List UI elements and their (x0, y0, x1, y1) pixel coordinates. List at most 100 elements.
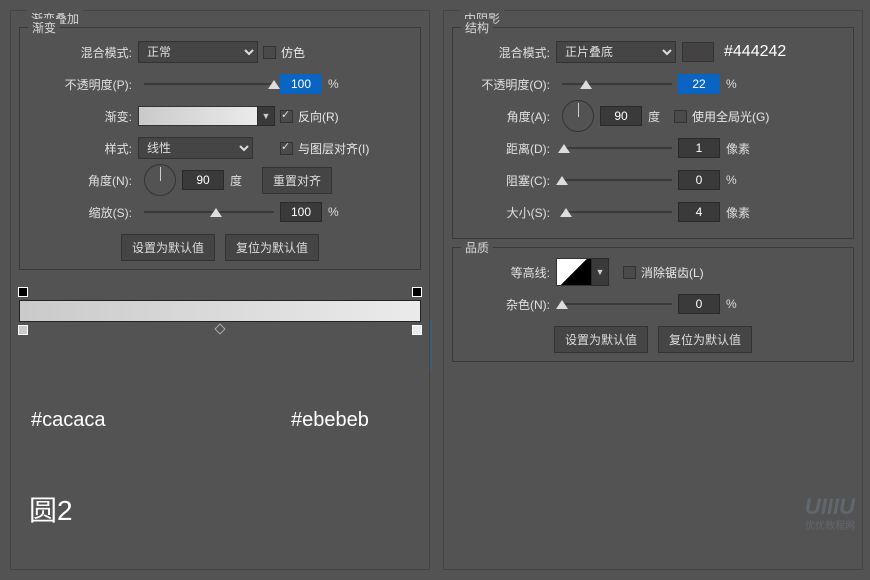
angle-label: 角度(N): (28, 172, 138, 189)
shape-name: 圆2 (29, 489, 73, 529)
antialias-label: 消除锯齿(L) (641, 264, 704, 281)
stop-top-left[interactable] (18, 287, 28, 297)
px-unit: 像素 (726, 204, 750, 221)
blend-mode-label: 混合模式: (461, 44, 556, 61)
stop-top-right[interactable] (412, 287, 422, 297)
gradient-preview (19, 280, 421, 322)
angle-input[interactable] (182, 170, 224, 190)
pct-unit: % (726, 173, 737, 187)
reset-default-button[interactable]: 复位为默认值 (658, 326, 752, 353)
angle-input[interactable] (600, 106, 642, 126)
scale-input[interactable] (280, 202, 322, 222)
size-slider[interactable] (562, 202, 672, 222)
chevron-down-icon[interactable]: ▼ (257, 106, 275, 126)
distance-label: 距离(D): (461, 140, 556, 157)
reset-align-button[interactable]: 重置对齐 (262, 167, 332, 194)
noise-slider[interactable] (562, 294, 672, 314)
size-row: 大小(S): 像素 (461, 198, 845, 226)
stop-bottom-right[interactable] (412, 325, 422, 335)
align-label: 与图层对齐(I) (298, 140, 369, 157)
angle-label: 角度(A): (461, 108, 556, 125)
size-input[interactable] (678, 202, 720, 222)
color-swatch[interactable] (682, 42, 714, 62)
reset-default-button[interactable]: 复位为默认值 (225, 234, 319, 261)
stop-bottom-left[interactable] (18, 325, 28, 335)
watermark-sub: 优优教程网 (805, 517, 855, 532)
style-select[interactable]: 线性 (138, 137, 253, 159)
px-unit: 像素 (726, 140, 750, 157)
align-checkbox[interactable] (280, 142, 293, 155)
contour-swatch[interactable] (556, 258, 592, 286)
angle-dial[interactable] (144, 164, 176, 196)
opacity-label: 不透明度(O): (461, 76, 556, 93)
opacity-row: 不透明度(P): % (28, 70, 412, 98)
size-label: 大小(S): (461, 204, 556, 221)
structure-group: 结构 混合模式: 正片叠底 #444242 不透明度(O): % 角度(A): … (452, 27, 854, 239)
midpoint-icon[interactable] (214, 323, 225, 334)
choke-row: 阻塞(C): % (461, 166, 845, 194)
gradient-row: 渐变: ▼ 反向(R) (28, 102, 412, 130)
opacity-row: 不透明度(O): % (461, 70, 845, 98)
opacity-label: 不透明度(P): (28, 76, 138, 93)
set-default-button[interactable]: 设置为默认值 (554, 326, 648, 353)
blend-mode-label: 混合模式: (28, 44, 138, 61)
global-light-checkbox[interactable] (674, 110, 687, 123)
opacity-slider[interactable] (144, 74, 274, 94)
dither-label: 仿色 (281, 44, 305, 61)
gradient-overlay-panel: 渐变叠加 渐变 混合模式: 正常 仿色 不透明度(P): % 渐变: ▼ 反向(… (10, 10, 430, 570)
divider (430, 320, 432, 370)
color1-text: #cacaca (31, 409, 106, 432)
blend-mode-row: 混合模式: 正片叠底 #444242 (461, 38, 845, 66)
contour-label: 等高线: (461, 264, 556, 281)
blend-mode-select[interactable]: 正常 (138, 41, 258, 63)
opacity-slider[interactable] (562, 74, 672, 94)
opacity-input[interactable] (280, 74, 322, 94)
reverse-label: 反向(R) (298, 108, 339, 125)
group-label: 渐变 (28, 19, 60, 36)
noise-label: 杂色(N): (461, 296, 556, 313)
angle-row: 角度(N): 度 重置对齐 (28, 166, 412, 194)
gradient-swatch[interactable] (138, 106, 258, 126)
gradient-group: 渐变 混合模式: 正常 仿色 不透明度(P): % 渐变: ▼ 反向(R) 样式… (19, 27, 421, 270)
button-row: 设置为默认值 复位为默认值 (28, 234, 412, 261)
pct-unit: % (328, 205, 339, 219)
antialias-checkbox[interactable] (623, 266, 636, 279)
angle-row: 角度(A): 度 使用全局光(G) (461, 102, 845, 130)
distance-row: 距离(D): 像素 (461, 134, 845, 162)
blend-mode-row: 混合模式: 正常 仿色 (28, 38, 412, 66)
choke-slider[interactable] (562, 170, 672, 190)
chevron-down-icon[interactable]: ▼ (591, 258, 609, 286)
pct-unit: % (726, 77, 737, 91)
opacity-input[interactable] (678, 74, 720, 94)
color2-text: #ebebeb (291, 409, 369, 432)
quality-group: 品质 等高线: ▼ 消除锯齿(L) 杂色(N): % 设置为默认值 复位为默认值 (452, 247, 854, 362)
group-label: 结构 (461, 19, 493, 36)
deg-unit: 度 (648, 108, 660, 125)
dither-checkbox[interactable] (263, 46, 276, 59)
pct-unit: % (328, 77, 339, 91)
scale-label: 缩放(S): (28, 204, 138, 221)
gradient-label: 渐变: (28, 108, 138, 125)
reverse-checkbox[interactable] (280, 110, 293, 123)
choke-input[interactable] (678, 170, 720, 190)
blend-mode-select[interactable]: 正片叠底 (556, 41, 676, 63)
noise-row: 杂色(N): % (461, 290, 845, 318)
scale-row: 缩放(S): % (28, 198, 412, 226)
scale-slider[interactable] (144, 202, 274, 222)
distance-input[interactable] (678, 138, 720, 158)
pct-unit: % (726, 297, 737, 311)
inner-shadow-panel: 内阴影 结构 混合模式: 正片叠底 #444242 不透明度(O): % 角度(… (443, 10, 863, 570)
color-hex: #444242 (724, 43, 786, 61)
gradient-bar[interactable] (19, 300, 421, 322)
style-label: 样式: (28, 140, 138, 157)
distance-slider[interactable] (562, 138, 672, 158)
group-label: 品质 (461, 239, 493, 256)
angle-dial[interactable] (562, 100, 594, 132)
set-default-button[interactable]: 设置为默认值 (121, 234, 215, 261)
choke-label: 阻塞(C): (461, 172, 556, 189)
style-row: 样式: 线性 与图层对齐(I) (28, 134, 412, 162)
global-light-label: 使用全局光(G) (692, 108, 769, 125)
contour-row: 等高线: ▼ 消除锯齿(L) (461, 258, 845, 286)
deg-unit: 度 (230, 172, 242, 189)
noise-input[interactable] (678, 294, 720, 314)
